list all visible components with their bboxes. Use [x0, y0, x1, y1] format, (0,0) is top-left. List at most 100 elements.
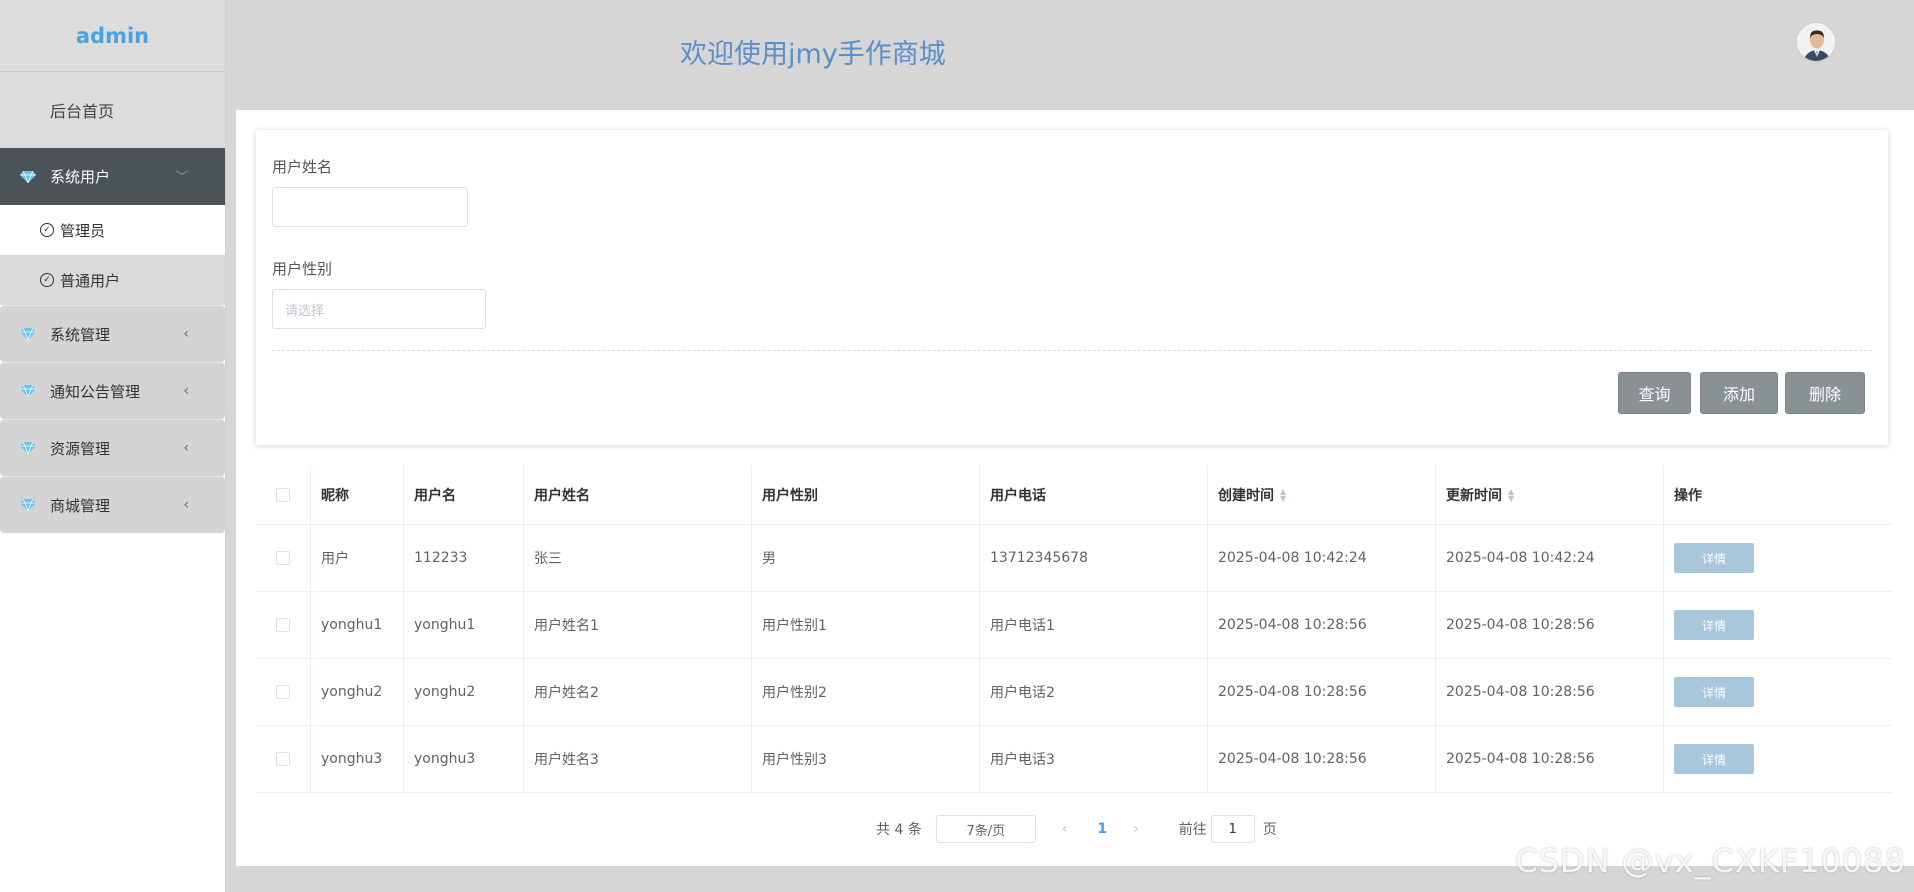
gender-select[interactable]: 请选择 [272, 289, 486, 329]
watermark: CSDN @vx_CXKF10088 [1515, 842, 1906, 880]
column-header: 操作 [1674, 487, 1702, 504]
row-checkbox[interactable] [276, 551, 290, 565]
cell-phone: 13712345678 [980, 525, 1208, 591]
cell-gender: 用户性别2 [752, 659, 980, 725]
chevron-left-icon: ‹ [183, 440, 189, 456]
cell-updated: 2025-04-08 10:28:56 [1436, 592, 1664, 658]
query-button[interactable]: 查询 [1618, 372, 1691, 414]
cell-created: 2025-04-08 10:28:56 [1208, 592, 1436, 658]
sub-item-label: 普通用户 [60, 271, 121, 290]
detail-button[interactable]: 详情 [1674, 744, 1754, 774]
column-header-updated[interactable]: 更新时间 ▲ ▼ [1436, 465, 1664, 524]
sort-icon[interactable]: ▲ ▼ [1508, 487, 1514, 502]
cell-realname: 用户姓名3 [524, 726, 752, 792]
check-circle-icon: ✓ [40, 273, 54, 287]
goto-page-input[interactable]: 1 [1210, 815, 1255, 843]
cell-action: 详情 [1664, 726, 1892, 792]
user-avatar[interactable] [1796, 22, 1836, 62]
cell-username: yonghu2 [404, 659, 524, 725]
menu-group-shop-manage[interactable]: 商城管理 ‹ [0, 476, 225, 533]
delete-button[interactable]: 删除 [1785, 372, 1865, 414]
goto-suffix: 页 [1262, 822, 1277, 838]
main-content: 用户姓名 用户性别 请选择 查询 添加 删除 昵称 用户名 用户姓名 用户性别 … [236, 110, 1914, 866]
menu-group-label: 通知公告管理 [50, 382, 141, 401]
cell-action: 详情 [1664, 525, 1892, 591]
cell-phone: 用户电话2 [980, 659, 1208, 725]
detail-button[interactable]: 详情 [1674, 610, 1754, 640]
column-header-label: 创建时间 [1218, 487, 1274, 504]
divider [272, 350, 1872, 351]
column-header-label: 更新时间 [1446, 487, 1502, 504]
table-row: yonghu2 yonghu2 用户姓名2 用户性别2 用户电话2 2025-0… [256, 659, 1892, 726]
menu-group-label: 系统用户 [50, 168, 111, 186]
cell-nickname: yonghu2 [311, 659, 404, 725]
name-label: 用户姓名 [272, 158, 333, 176]
cell-gender: 用户性别3 [752, 726, 980, 792]
select-all-checkbox[interactable] [276, 487, 290, 502]
goto-label: 前往 [1178, 822, 1207, 838]
row-checkbox[interactable] [276, 618, 290, 632]
avatar-icon [1797, 23, 1835, 61]
table-row: 用户 112233 张三 男 13712345678 2025-04-08 10… [256, 525, 1892, 592]
diamond-icon [20, 385, 36, 397]
sub-item-label: 管理员 [60, 221, 106, 240]
cell-realname: 张三 [524, 525, 752, 591]
next-page-icon[interactable]: › [1133, 821, 1139, 837]
menu-item-home-label: 后台首页 [50, 102, 115, 121]
page-number-current[interactable]: 1 [1097, 821, 1107, 837]
menu-group-resource-manage[interactable]: 资源管理 ‹ [0, 419, 225, 476]
menu-group-label: 系统管理 [50, 325, 111, 344]
cell-action: 详情 [1664, 659, 1892, 725]
menu-group-label: 商城管理 [50, 496, 111, 515]
cell-gender: 男 [752, 525, 980, 591]
add-button[interactable]: 添加 [1700, 372, 1778, 414]
row-select-cell [256, 726, 311, 792]
pagination: 共 4 条 7条/页 ‹ 1 › 前往 1 页 [876, 815, 1277, 843]
menu-group-notice-manage[interactable]: 通知公告管理 ‹ [0, 362, 225, 419]
diamond-icon [20, 170, 36, 183]
row-checkbox[interactable] [276, 752, 290, 766]
cell-created: 2025-04-08 10:42:24 [1208, 525, 1436, 591]
cell-realname: 用户姓名1 [524, 592, 752, 658]
row-select-cell [256, 659, 311, 725]
table-header: 昵称 用户名 用户姓名 用户性别 用户电话 创建时间 ▲ ▼ 更新时间 ▲ ▼ 操作 [256, 465, 1892, 525]
row-checkbox[interactable] [276, 685, 290, 699]
menu-group-label: 资源管理 [50, 439, 111, 458]
menu-item-home[interactable]: 后台首页 [0, 72, 225, 148]
pagination-total: 共 4 条 [876, 822, 922, 838]
cell-updated: 2025-04-08 10:28:56 [1436, 726, 1664, 792]
chevron-left-icon: ‹ [183, 497, 189, 513]
diamond-icon [20, 328, 36, 340]
column-header-created[interactable]: 创建时间 ▲ ▼ [1208, 465, 1436, 524]
user-table: 昵称 用户名 用户姓名 用户性别 用户电话 创建时间 ▲ ▼ 更新时间 ▲ ▼ 操作 用… [256, 465, 1892, 793]
cell-action: 详情 [1664, 592, 1892, 658]
table-row: yonghu1 yonghu1 用户姓名1 用户性别1 用户电话1 2025-0… [256, 592, 1892, 659]
cell-username: yonghu3 [404, 726, 524, 792]
column-header: 用户姓名 [524, 465, 752, 524]
sub-item-admin[interactable]: ✓ 管理员 [0, 205, 225, 255]
brand-logo: admin [0, 0, 225, 72]
cell-username: 112233 [404, 525, 524, 591]
detail-button[interactable]: 详情 [1674, 543, 1754, 573]
cell-nickname: 用户 [311, 525, 404, 591]
chevron-left-icon: ‹ [183, 326, 189, 342]
page-title: 欢迎使用jmy手作商城 [680, 39, 946, 70]
menu-group-system-users[interactable]: 系统用户 ﹀ [0, 148, 225, 205]
menu-group-system-manage[interactable]: 系统管理 ‹ [0, 305, 225, 362]
column-header: 用户名 [404, 465, 524, 524]
cell-username: yonghu1 [404, 592, 524, 658]
detail-button[interactable]: 详情 [1674, 677, 1754, 707]
cell-updated: 2025-04-08 10:28:56 [1436, 659, 1664, 725]
prev-page-icon[interactable]: ‹ [1062, 821, 1068, 837]
brand-text: admin [75, 23, 150, 48]
row-select-cell [256, 525, 311, 591]
column-header: 用户电话 [980, 465, 1208, 524]
name-input[interactable] [272, 187, 468, 227]
sub-item-normal-user[interactable]: ✓ 普通用户 [0, 255, 225, 305]
check-circle-icon: ✓ [40, 223, 54, 237]
sort-icon[interactable]: ▲ ▼ [1280, 487, 1286, 502]
cell-nickname: yonghu1 [311, 592, 404, 658]
page-size-select[interactable]: 7条/页 [935, 815, 1036, 843]
chevron-down-icon: ﹀ [175, 169, 189, 186]
column-header: 昵称 [311, 465, 404, 524]
